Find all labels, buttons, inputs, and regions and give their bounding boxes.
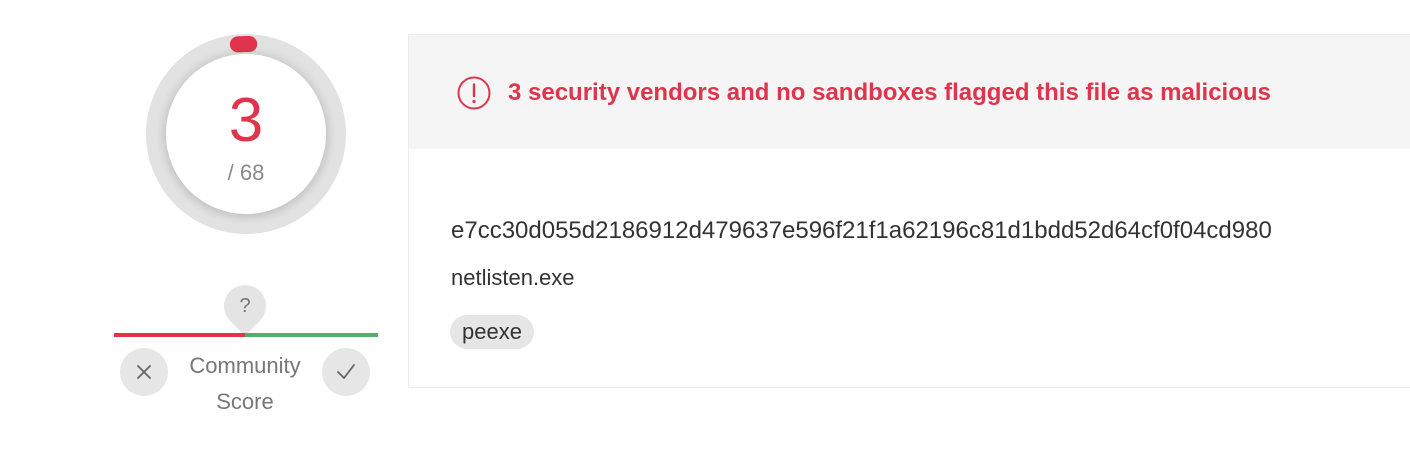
downvote-button[interactable] — [120, 348, 168, 396]
detection-alert-banner: 3 security vendors and no sandboxes flag… — [409, 35, 1410, 149]
community-score-value: ? — [239, 295, 251, 317]
community-score-positive-bar — [245, 333, 378, 337]
file-hash: e7cc30d055d2186912d479637e596f21f1a62196… — [451, 217, 1272, 244]
detection-summary-card: 3 security vendors and no sandboxes flag… — [408, 34, 1410, 388]
exclamation-circle-icon — [457, 76, 491, 110]
upvote-button[interactable] — [322, 348, 370, 396]
file-name: netlisten.exe — [451, 265, 575, 290]
detection-alert-text: 3 security vendors and no sandboxes flag… — [508, 79, 1271, 106]
total-vendors: / 68 — [227, 160, 265, 185]
malicious-count: 3 — [228, 86, 264, 155]
community-score-negative-bar — [114, 333, 245, 337]
detection-score-gauge: 3 / 68 — [146, 34, 346, 234]
community-score-label-line2: Score — [216, 389, 274, 414]
close-icon — [137, 365, 151, 379]
file-report-header: 3 / 68 ? Community Score 3 security vend… — [0, 0, 1410, 452]
community-score-label-line1: Community — [189, 353, 301, 378]
check-icon — [337, 364, 355, 379]
community-score-label: Community Score — [170, 348, 320, 420]
file-tag-peexe[interactable]: peexe — [450, 315, 534, 349]
